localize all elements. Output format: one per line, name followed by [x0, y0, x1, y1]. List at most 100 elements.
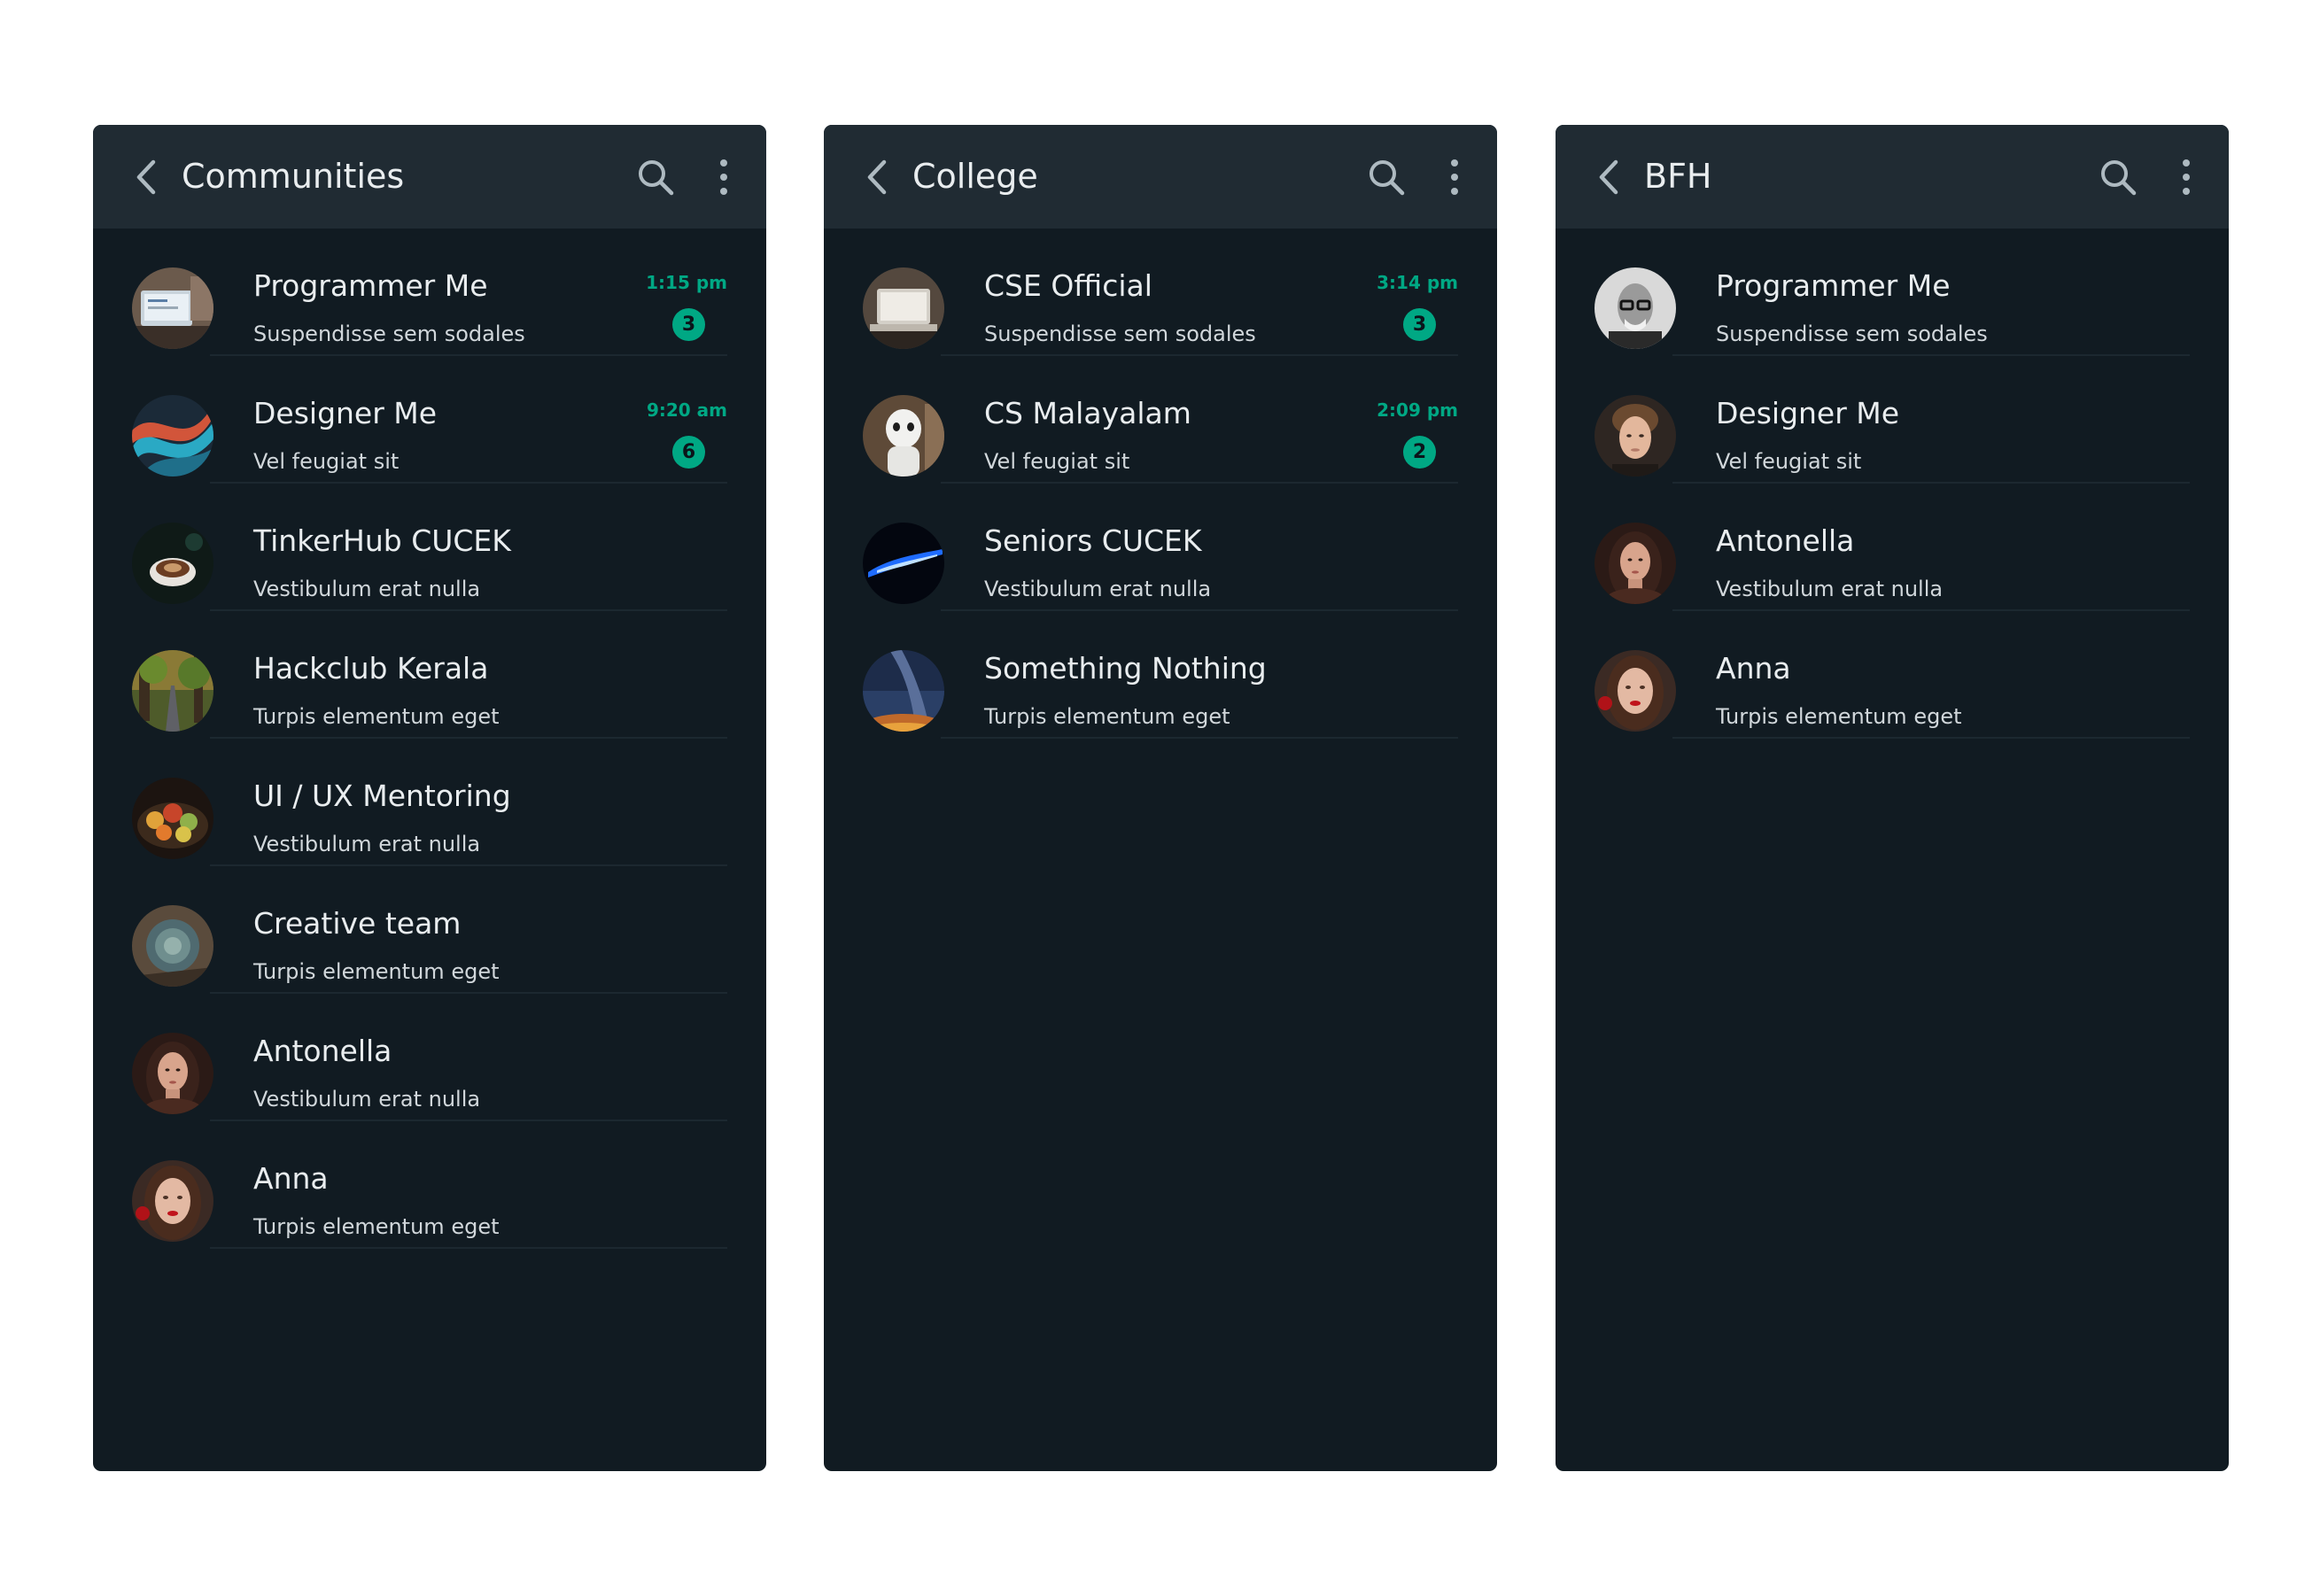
search-icon — [1369, 160, 1405, 196]
more-options-button[interactable] — [2176, 157, 2197, 198]
screen: Communities Programmer Me Suspendisse se… — [0, 0, 2320, 1596]
chat-list-item[interactable]: Antonella Vestibulum erat nulla — [93, 994, 766, 1121]
chat-preview: Vel feugiat sit — [984, 449, 1130, 474]
back-button[interactable] — [1591, 155, 1630, 199]
chat-name: Antonella — [1716, 523, 1855, 558]
woman-red-lips-avatar-image — [132, 1160, 213, 1242]
chat-panel-bfh: BFH Programmer Me Suspendisse sem sodale… — [1556, 125, 2229, 1471]
woman-portrait-avatar — [132, 1033, 213, 1114]
chevron-left-icon — [136, 159, 156, 195]
woman-portrait-avatar-image — [132, 1033, 213, 1114]
chat-list-item[interactable]: Antonella Vestibulum erat nulla — [1556, 484, 2229, 611]
search-button[interactable] — [1366, 157, 1407, 198]
back-button[interactable] — [128, 155, 167, 199]
chat-preview: Turpis elementum eget — [253, 1214, 500, 1239]
more-options-button[interactable] — [713, 157, 734, 198]
robot-avatar-image — [863, 395, 944, 476]
chat-time: 2:09 pm — [1377, 399, 1458, 421]
chat-name: Creative team — [253, 906, 462, 941]
flowers-avatar — [132, 778, 213, 859]
chat-preview: Vestibulum erat nulla — [253, 577, 481, 601]
chat-preview: Vestibulum erat nulla — [1716, 577, 1944, 601]
night-sky-avatar — [863, 650, 944, 732]
chat-panel-communities: Communities Programmer Me Suspendisse se… — [93, 125, 766, 1471]
laptop-desk-avatar — [132, 267, 213, 349]
back-button[interactable] — [859, 155, 898, 199]
chat-name: Designer Me — [253, 396, 438, 430]
flowers-avatar-image — [132, 778, 213, 859]
woman-red-lips-avatar — [1595, 650, 1676, 732]
night-sky-avatar-image — [863, 650, 944, 732]
chat-name: Designer Me — [1716, 396, 1900, 430]
chat-name: TinkerHub CUCEK — [253, 523, 511, 558]
chat-time: 1:15 pm — [646, 272, 727, 293]
chat-list-item[interactable]: Creative team Turpis elementum eget — [93, 866, 766, 994]
chat-list-item[interactable]: Programmer Me Suspendisse sem sodales — [1556, 229, 2229, 356]
laptop-desk-avatar-image — [132, 267, 213, 349]
more-options-button[interactable] — [1444, 157, 1465, 198]
chat-name: CSE Official — [984, 268, 1152, 303]
chat-list-item[interactable]: Anna Turpis elementum eget — [93, 1121, 766, 1249]
chat-name: Anna — [1716, 651, 1791, 686]
chevron-left-icon — [867, 159, 887, 195]
chat-list-item[interactable]: UI / UX Mentoring Vestibulum erat nulla — [93, 739, 766, 866]
chat-list-item[interactable]: CS Malayalam Vel feugiat sit 2:09 pm 2 — [824, 356, 1497, 484]
chat-name: Anna — [253, 1161, 329, 1196]
chat-name: Programmer Me — [253, 268, 488, 303]
divider — [1672, 737, 2190, 739]
chat-preview: Vel feugiat sit — [253, 449, 400, 474]
abstract-swirl-avatar — [132, 395, 213, 476]
chat-list-item[interactable]: Hackclub Kerala Turpis elementum eget — [93, 611, 766, 739]
chat-list-item[interactable]: Designer Me Vel feugiat sit 9:20 am 6 — [93, 356, 766, 484]
search-icon — [639, 160, 674, 196]
panel-title: College — [912, 157, 1038, 196]
forest-road-avatar — [132, 650, 213, 732]
panel-title: BFH — [1644, 157, 1712, 196]
chat-list-item[interactable]: Something Nothing Turpis elementum eget — [824, 611, 1497, 739]
forest-road-avatar-image — [132, 650, 213, 732]
woman-red-lips-avatar — [132, 1160, 213, 1242]
more-vertical-icon — [1451, 159, 1458, 195]
chat-time: 3:14 pm — [1377, 272, 1458, 293]
woman-portrait-avatar — [1595, 523, 1676, 604]
more-vertical-icon — [2183, 159, 2190, 195]
blue-light-avatar — [863, 523, 944, 604]
chat-list-item[interactable]: Designer Me Vel feugiat sit — [1556, 356, 2229, 484]
chat-preview: Suspendisse sem sodales — [984, 322, 1256, 346]
robot-avatar — [863, 395, 944, 476]
chat-name: UI / UX Mentoring — [253, 779, 511, 813]
search-icon — [2101, 160, 2137, 196]
chat-preview: Suspendisse sem sodales — [253, 322, 525, 346]
young-man-avatar — [1595, 395, 1676, 476]
chat-list: CSE Official Suspendisse sem sodales 3:1… — [824, 229, 1497, 739]
chat-list-item[interactable]: CSE Official Suspendisse sem sodales 3:1… — [824, 229, 1497, 356]
coffee-cup-avatar-image — [132, 523, 213, 604]
chat-name: Hackclub Kerala — [253, 651, 489, 686]
chat-preview: Suspendisse sem sodales — [1716, 322, 1988, 346]
succulent-avatar-image — [132, 905, 213, 987]
divider — [941, 737, 1458, 739]
chat-preview: Vel feugiat sit — [1716, 449, 1862, 474]
laptop-avatar-image — [863, 267, 944, 349]
chevron-left-icon — [1599, 159, 1618, 195]
unread-count-badge: 2 — [1403, 436, 1436, 469]
chat-list-item[interactable]: TinkerHub CUCEK Vestibulum erat nulla — [93, 484, 766, 611]
chat-preview: Vestibulum erat nulla — [984, 577, 1212, 601]
chat-list-item[interactable]: Seniors CUCEK Vestibulum erat nulla — [824, 484, 1497, 611]
abstract-swirl-avatar-image — [132, 395, 213, 476]
chat-name: Antonella — [253, 1034, 392, 1068]
chat-name: Seniors CUCEK — [984, 523, 1202, 558]
search-button[interactable] — [2098, 157, 2138, 198]
chat-list-item[interactable]: Anna Turpis elementum eget — [1556, 611, 2229, 739]
chat-list-item[interactable]: Programmer Me Suspendisse sem sodales 1:… — [93, 229, 766, 356]
man-glasses-avatar — [1595, 267, 1676, 349]
panel-title: Communities — [182, 157, 405, 196]
search-button[interactable] — [635, 157, 676, 198]
laptop-avatar — [863, 267, 944, 349]
succulent-avatar — [132, 905, 213, 987]
chat-list: Programmer Me Suspendisse sem sodales 1:… — [93, 229, 766, 1249]
chat-name: Something Nothing — [984, 651, 1267, 686]
chat-name: CS Malayalam — [984, 396, 1191, 430]
woman-red-lips-avatar-image — [1595, 650, 1676, 732]
unread-count-badge: 6 — [672, 436, 705, 469]
